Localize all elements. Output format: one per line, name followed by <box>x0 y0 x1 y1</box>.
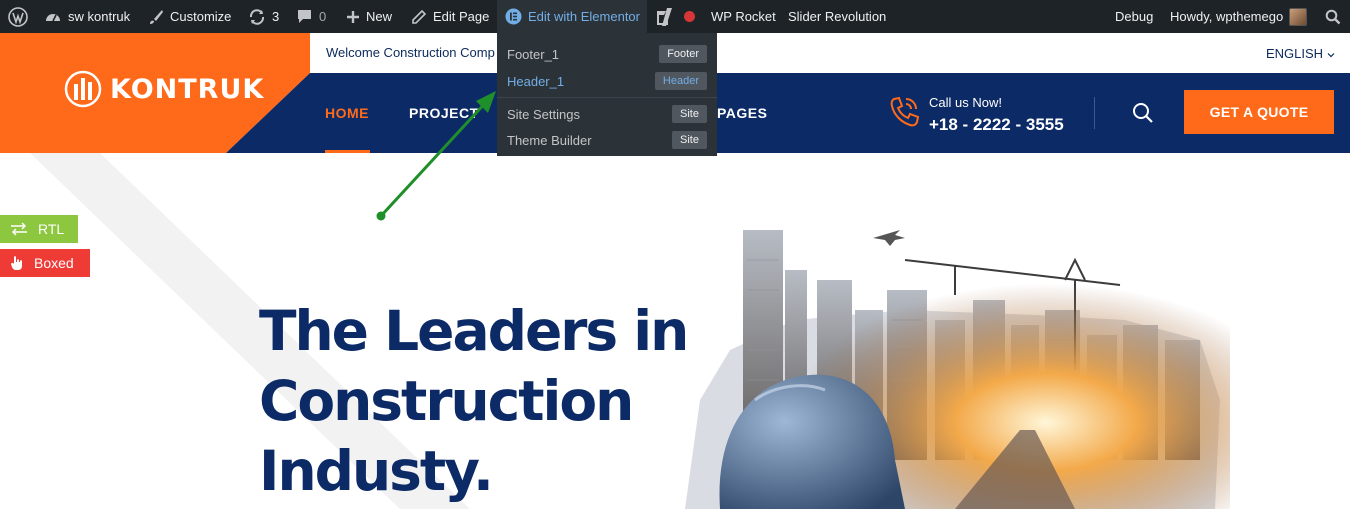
wp-admin-bar: sw kontruk Customize 3 0 New Edit Page E… <box>0 0 1350 33</box>
welcome-text: Welcome Construction Comp <box>326 45 495 60</box>
dropdown-item-label: Theme Builder <box>507 132 592 148</box>
updates-refresh-icon <box>249 8 265 25</box>
hero-construction-city-image <box>655 200 1230 509</box>
comment-bubble-icon <box>298 10 311 23</box>
dropdown-item-badge: Header <box>654 72 707 90</box>
chevron-down-icon <box>1327 52 1335 57</box>
annotation-arrow-icon <box>376 91 496 221</box>
dropdown-item-badge: Site <box>672 105 707 123</box>
hero-title-line: Industy. <box>259 439 494 503</box>
dropdown-item-label: Header_1 <box>507 73 565 89</box>
hero-title: The Leaders in Construction Industy. <box>259 296 689 506</box>
updates-link[interactable]: 3 <box>248 0 279 33</box>
page-root: sw kontruk Customize 3 0 New Edit Page E… <box>0 0 1350 509</box>
hand-pointer-icon <box>11 256 22 270</box>
rtl-label: RTL <box>38 221 65 237</box>
boxed-toggle-button[interactable]: Boxed <box>0 249 90 277</box>
debug-link[interactable]: Debug <box>1115 0 1153 33</box>
user-account-link[interactable]: Howdy, wpthemego <box>1170 0 1308 33</box>
brush-icon <box>150 9 163 24</box>
status-red-dot-icon[interactable] <box>684 0 695 33</box>
elementor-logo-icon <box>505 8 522 25</box>
logo-text: KONTRUK <box>110 73 265 105</box>
site-name-link[interactable]: sw kontruk <box>44 0 130 33</box>
customize-link[interactable]: Customize <box>148 0 231 33</box>
wp-rocket-label: WP Rocket <box>711 9 776 24</box>
howdy-label: Howdy, wpthemego <box>1170 9 1284 24</box>
site-logo[interactable]: KONTRUK <box>64 70 264 108</box>
dropdown-item-theme-builder[interactable]: Theme Builder Site <box>507 129 707 151</box>
comments-count: 0 <box>319 9 327 24</box>
comments-link[interactable]: 0 <box>296 0 326 33</box>
debug-label: Debug <box>1115 9 1154 24</box>
rtl-toggle-button[interactable]: RTL <box>0 215 78 243</box>
edit-page-link[interactable]: Edit Page <box>411 0 489 33</box>
dropdown-item-header-1[interactable]: Header_1 Header <box>507 70 707 92</box>
hero-title-line: Construction <box>259 369 634 433</box>
boxed-label: Boxed <box>34 255 74 271</box>
call-number[interactable]: +18 - 2222 - 3555 <box>929 115 1064 135</box>
edit-with-elementor-link[interactable]: Edit with Elementor <box>497 0 647 33</box>
yoast-seo-icon[interactable] <box>655 0 673 33</box>
new-content-link[interactable]: New <box>346 0 392 33</box>
site-name-label: sw kontruk <box>68 9 131 24</box>
dropdown-item-badge: Footer <box>659 45 707 63</box>
get-a-quote-button[interactable]: GET A QUOTE <box>1184 90 1334 134</box>
dropdown-item-site-settings[interactable]: Site Settings Site <box>507 103 707 125</box>
new-label: New <box>366 9 393 24</box>
phone-call-icon <box>890 96 920 127</box>
elementor-dropdown-menu: Footer_1 Footer Header_1 Header Site Set… <box>497 33 717 156</box>
dropdown-item-label: Footer_1 <box>507 46 560 62</box>
nav-item-pages[interactable]: PAGES <box>717 105 767 121</box>
call-us-label: Call us Now! <box>929 95 1002 110</box>
wp-rocket-link[interactable]: WP Rocket <box>711 0 776 33</box>
customize-label: Customize <box>170 9 232 24</box>
dashboard-gauge-icon <box>46 13 60 21</box>
admin-search-icon[interactable] <box>1325 0 1341 33</box>
dropdown-item-footer-1[interactable]: Footer_1 Footer <box>507 43 707 65</box>
swap-arrows-icon <box>11 222 27 236</box>
nav-item-home[interactable]: HOME <box>325 105 369 121</box>
edit-page-label: Edit Page <box>433 9 490 24</box>
dropdown-item-badge: Site <box>672 131 707 149</box>
slider-revolution-label: Slider Revolution <box>788 9 887 24</box>
search-icon[interactable] <box>1132 102 1154 124</box>
logo-building-icon <box>64 70 102 108</box>
dropdown-separator <box>497 97 717 98</box>
plus-icon <box>347 10 359 23</box>
wordpress-logo-icon[interactable] <box>8 0 28 33</box>
dropdown-item-label: Site Settings <box>507 106 580 122</box>
slider-revolution-link[interactable]: Slider Revolution <box>788 0 886 33</box>
hero-title-line: The Leaders in <box>259 299 689 363</box>
language-selector[interactable]: ENGLISH <box>1266 46 1335 61</box>
updates-count: 3 <box>272 9 280 24</box>
language-label: ENGLISH <box>1266 46 1324 61</box>
header-divider <box>1094 97 1095 129</box>
user-avatar <box>1289 7 1308 26</box>
edit-with-elementor-label: Edit with Elementor <box>528 9 640 24</box>
pencil-icon <box>412 9 427 24</box>
